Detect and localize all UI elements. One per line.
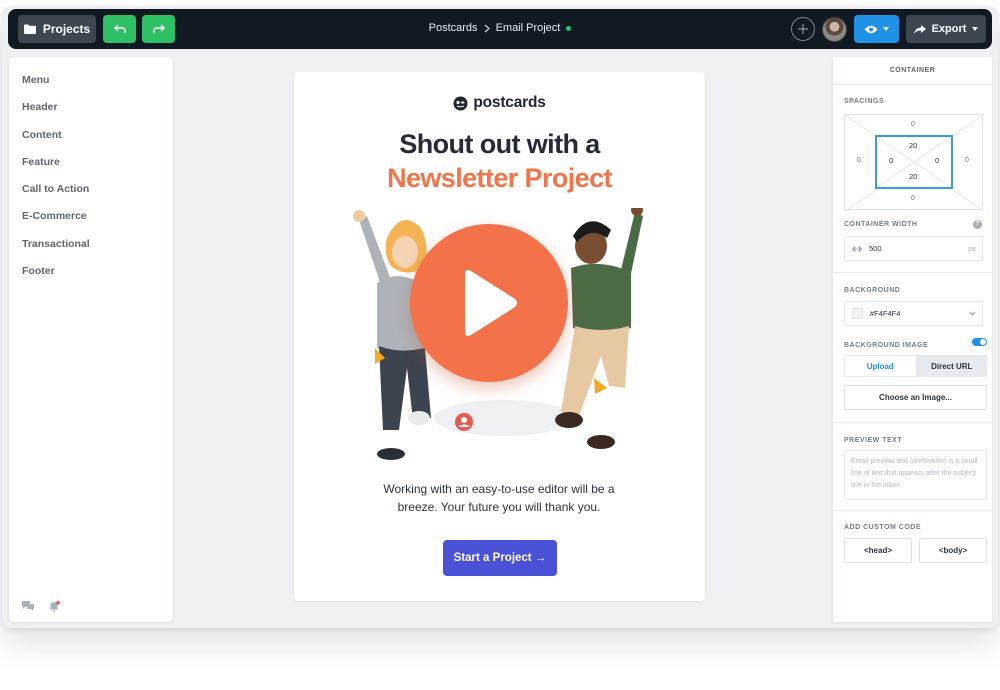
hero-video[interactable] — [339, 204, 659, 470]
color-swatch[interactable] — [852, 308, 863, 319]
background-label: BACKGROUND — [844, 287, 901, 294]
bell-icon[interactable] — [49, 601, 60, 612]
eye-icon — [864, 25, 878, 33]
logo-text: postcards — [473, 94, 546, 111]
choose-image-button[interactable]: Choose an Image... — [844, 385, 987, 410]
background-color-value: #F4F4F4 — [870, 309, 901, 318]
headline-line1: Shout out with a — [399, 129, 600, 159]
margin-bottom-input[interactable]: 0 — [911, 195, 915, 202]
background-color-picker[interactable]: #F4F4F4 — [844, 301, 983, 326]
preview-text-field[interactable]: Email preview text (preheader) is a smal… — [844, 450, 987, 500]
head-code-button[interactable]: <head> — [844, 538, 912, 563]
background-image-toggle[interactable] — [972, 338, 987, 346]
sidebar-item-content[interactable]: Content — [9, 122, 173, 149]
padding-right-input[interactable]: 0 — [935, 156, 940, 165]
width-arrows-icon — [852, 245, 862, 252]
block-sidebar: Menu Header Content Feature Call to Acti… — [9, 57, 173, 622]
padding-bottom-input[interactable]: 20 — [909, 172, 918, 181]
help-icon[interactable]: ? — [973, 220, 982, 229]
padding-left-input[interactable]: 0 — [889, 156, 894, 165]
avatar[interactable] — [822, 17, 847, 42]
plus-icon — [798, 24, 808, 34]
sidebar-item-header[interactable]: Header — [9, 94, 173, 121]
preview-button[interactable] — [854, 15, 899, 43]
caret-down-icon — [972, 27, 979, 31]
breadcrumb-root[interactable]: Postcards — [429, 22, 478, 34]
divider — [833, 272, 992, 273]
sidebar-item-e-commerce[interactable]: E-Commerce — [9, 203, 173, 230]
postcards-logo: postcards — [294, 94, 705, 112]
sidebar-footer — [22, 601, 60, 612]
chat-icon[interactable] — [22, 601, 34, 611]
play-button[interactable] — [410, 224, 568, 382]
preview-text-label: PREVIEW TEXT — [844, 437, 903, 444]
start-project-button[interactable]: Start a Project → — [443, 540, 557, 576]
share-icon — [913, 24, 926, 34]
margin-right-input[interactable]: 0 — [965, 157, 969, 164]
sidebar-item-menu[interactable]: Menu — [9, 67, 173, 94]
container-width-field[interactable]: 500 px — [844, 236, 983, 261]
container-width-unit: px — [968, 244, 976, 253]
padding-box: 20 0 20 0 — [875, 135, 953, 189]
body-text-line2: breeze. Your future you will thank you. — [397, 500, 601, 514]
postcards-logo-icon — [453, 96, 468, 110]
sidebar-item-footer[interactable]: Footer — [9, 258, 173, 285]
breadcrumb-current: Email Project — [495, 22, 561, 34]
headline-line2: Newsletter Project — [387, 163, 612, 193]
play-icon — [465, 270, 517, 336]
divider — [833, 422, 992, 423]
tab-upload[interactable]: Upload — [845, 356, 916, 376]
export-label: Export — [931, 23, 967, 35]
app-window: Projects Postcards Email Project Export — [2, 6, 998, 628]
spacings-label: SPACINGS — [844, 98, 885, 105]
margin-top-input[interactable]: 0 — [911, 121, 915, 128]
container-width-value: 500 — [869, 244, 882, 253]
divider — [833, 510, 992, 511]
sidebar-item-transactional[interactable]: Transactional — [9, 231, 173, 258]
top-toolbar: Projects Postcards Email Project Export — [8, 9, 992, 49]
tab-direct-url[interactable]: Direct URL — [917, 355, 988, 377]
background-image-label: BACKGROUND IMAGE — [844, 342, 929, 349]
body-text-line1: Working with an easy-to-use editor will … — [383, 482, 615, 496]
sidebar-item-feature[interactable]: Feature — [9, 149, 173, 176]
caret-down-icon — [883, 27, 889, 31]
chevron-down-icon — [969, 311, 976, 316]
body-code-button[interactable]: <body> — [919, 538, 987, 563]
saved-status-dot — [566, 25, 572, 31]
body-text: Working with an easy-to-use editor will … — [374, 480, 624, 516]
image-source-tabs: Upload Direct URL — [844, 355, 987, 377]
panel-title: CONTAINER — [833, 57, 992, 85]
sidebar-item-call-to-action[interactable]: Call to Action — [9, 176, 173, 203]
margin-left-input[interactable]: 0 — [857, 157, 861, 164]
email-canvas[interactable]: postcards Shout out with a Newsletter Pr… — [294, 72, 705, 601]
add-collaborator-button[interactable] — [791, 17, 815, 41]
export-button[interactable]: Export — [906, 15, 986, 43]
custom-code-label: ADD CUSTOM CODE — [844, 524, 921, 531]
spacing-editor: 0 0 0 0 20 0 20 0 — [844, 114, 984, 211]
padding-top-input[interactable]: 20 — [909, 141, 918, 150]
container-width-label: CONTAINER WIDTH — [844, 221, 918, 228]
properties-panel: CONTAINER SPACINGS 0 0 0 0 20 0 20 0 CON… — [833, 57, 992, 622]
chevron-right-icon — [484, 24, 490, 32]
